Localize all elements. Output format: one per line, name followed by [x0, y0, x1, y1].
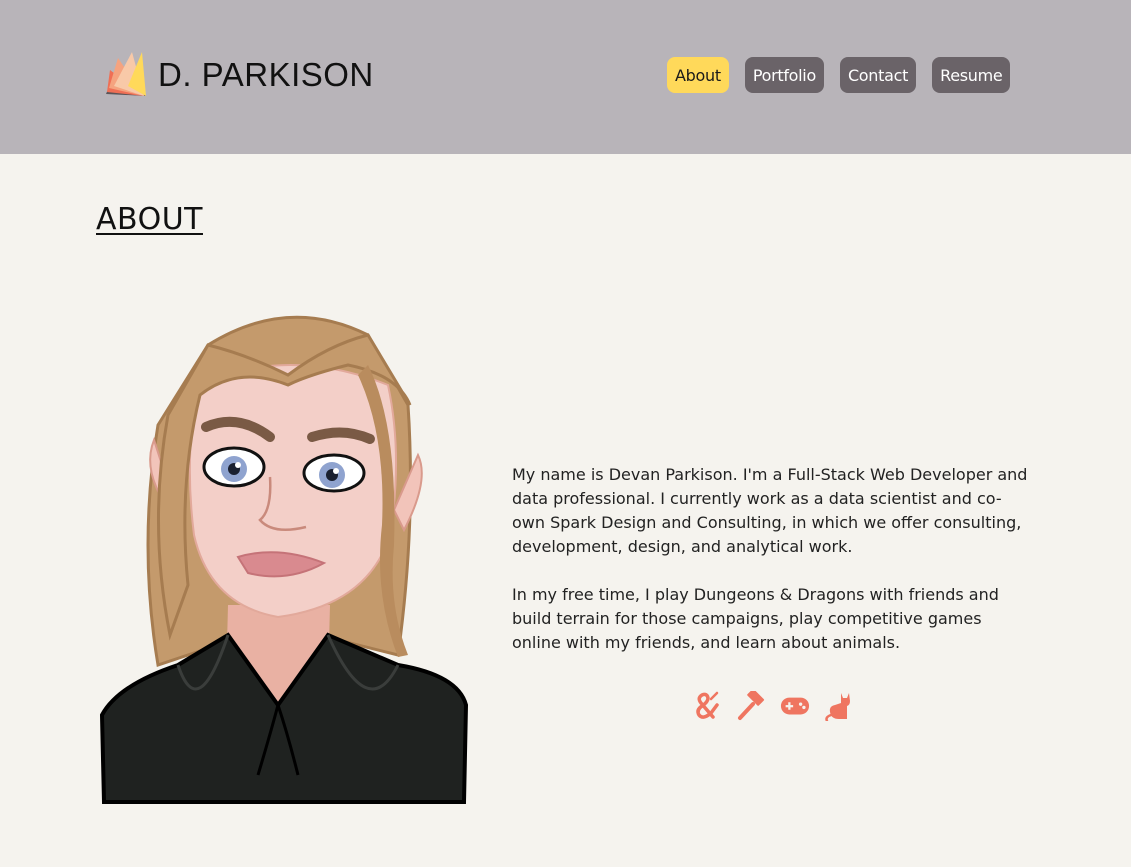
- brand-name: D. PARKISON: [158, 55, 374, 93]
- avatar-illustration: [99, 315, 469, 804]
- gamepad-icon: [780, 690, 810, 722]
- hammer-icon: [736, 690, 766, 722]
- site-header: D. PARKISON About Portfolio Contact Resu…: [0, 0, 1131, 154]
- bio-paragraph-2: In my free time, I play Dungeons & Drago…: [512, 585, 999, 652]
- nav-resume-button[interactable]: Resume: [932, 57, 1011, 93]
- hobby-icons: [692, 690, 854, 722]
- main-nav: About Portfolio Contact Resume: [667, 57, 1011, 93]
- brand[interactable]: D. PARKISON: [104, 50, 374, 98]
- bio-paragraph-1: My name is Devan Parkison. I'm a Full-St…: [512, 465, 1028, 556]
- logo-fan-icon: [106, 52, 146, 96]
- bio: My name is Devan Parkison. I'm a Full-St…: [512, 463, 1032, 679]
- nav-about-button[interactable]: About: [667, 57, 729, 93]
- nav-portfolio-button[interactable]: Portfolio: [744, 57, 824, 93]
- cat-icon: [824, 690, 854, 722]
- nav-contact-button[interactable]: Contact: [839, 57, 917, 93]
- page-title: ABOUT: [96, 202, 203, 237]
- dnd-ampersand-icon: [692, 690, 722, 722]
